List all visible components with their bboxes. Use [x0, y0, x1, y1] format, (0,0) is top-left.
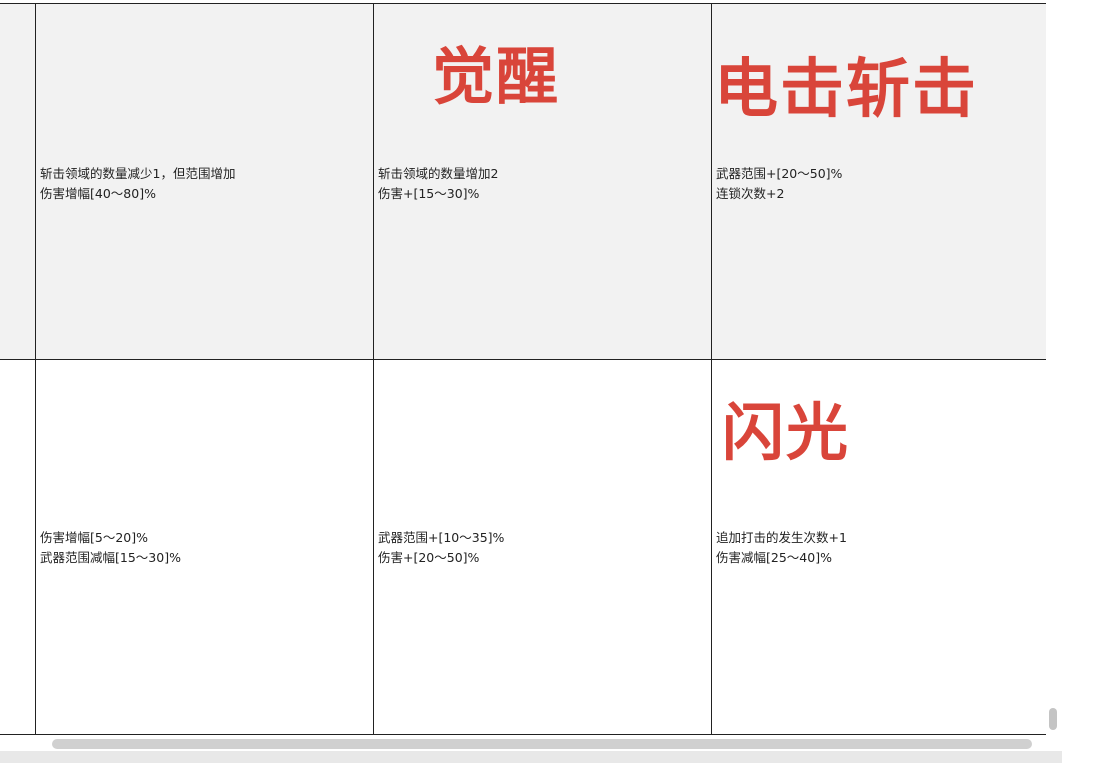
table-row: 斩击领域的数量减少1，但范围增加 伤害增幅[40～80]% 觉醒 斩击领域的数量… [0, 4, 1046, 360]
cell-line: 连锁次数+2 [716, 186, 785, 201]
spreadsheet-view: 斩击领域的数量减少1，但范围增加 伤害增幅[40～80]% 觉醒 斩击领域的数量… [0, 0, 1116, 763]
cell-line: 伤害+[15～30]% [378, 186, 480, 201]
table-cell[interactable]: 觉醒 斩击领域的数量增加2 伤害+[15～30]% [374, 4, 712, 359]
cell-text: 武器范围+[20～50]% 连锁次数+2 [716, 164, 842, 204]
vertical-scrollbar-thumb[interactable] [1049, 708, 1057, 730]
cell-line: 伤害增幅[40～80]% [40, 186, 156, 201]
cell-line: 伤害减幅[25～40]% [716, 550, 832, 565]
cell-text: 伤害增幅[5～20]% 武器范围减幅[15～30]% [40, 528, 181, 568]
table-cell[interactable]: 电击斩击 武器范围+[20～50]% 连锁次数+2 [712, 4, 1046, 359]
table-cell[interactable]: 武器范围+[10～35]% 伤害+[20～50]% [374, 360, 712, 734]
table-cell-left-edge[interactable] [0, 4, 36, 359]
table-row: 伤害增幅[5～20]% 武器范围减幅[15～30]% 武器范围+[10～35]%… [0, 360, 1046, 735]
handwritten-annotation: 闪光 [722, 396, 851, 469]
cell-text: 武器范围+[10～35]% 伤害+[20～50]% [378, 528, 504, 568]
cell-line: 武器范围减幅[15～30]% [40, 550, 181, 565]
cell-line: 武器范围+[10～35]% [378, 530, 505, 545]
horizontal-scrollbar-thumb[interactable] [52, 739, 1032, 749]
table-cell[interactable]: 闪光 追加打击的发生次数+1 伤害减幅[25～40]% [712, 360, 1046, 734]
cell-line: 伤害增幅[5～20]% [40, 530, 148, 545]
table-cell-left-edge[interactable] [0, 360, 36, 734]
bottom-bar [0, 751, 1062, 763]
cell-line: 斩击领域的数量增加2 [378, 166, 499, 181]
handwritten-annotation: 电击斩击 [714, 53, 978, 127]
cell-line: 伤害+[20～50]% [378, 550, 480, 565]
cell-text: 斩击领域的数量增加2 伤害+[15～30]% [378, 164, 498, 204]
cell-line: 追加打击的发生次数+1 [716, 530, 847, 545]
table-cell[interactable]: 斩击领域的数量减少1，但范围增加 伤害增幅[40～80]% [36, 4, 374, 359]
cell-text: 斩击领域的数量减少1，但范围增加 伤害增幅[40～80]% [40, 164, 235, 204]
cell-line: 武器范围+[20～50]% [716, 166, 843, 181]
table-cell[interactable]: 伤害增幅[5～20]% 武器范围减幅[15～30]% [36, 360, 374, 734]
cell-text: 追加打击的发生次数+1 伤害减幅[25～40]% [716, 528, 847, 568]
handwritten-annotation: 觉醒 [432, 40, 561, 113]
cell-line: 斩击领域的数量减少1，但范围增加 [40, 166, 236, 181]
